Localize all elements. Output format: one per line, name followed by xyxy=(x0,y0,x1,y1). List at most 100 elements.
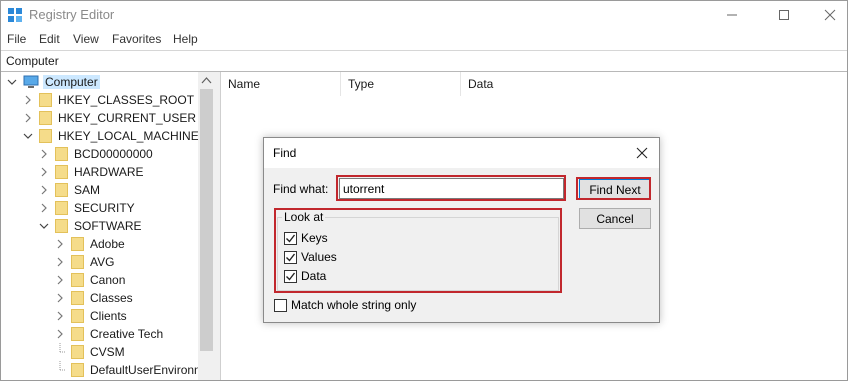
folder-icon xyxy=(39,129,52,143)
tree-connector xyxy=(55,343,65,361)
tree-item-label: BCD00000000 xyxy=(74,147,153,161)
menu-view[interactable]: View xyxy=(73,32,99,46)
tree-item[interactable]: Clients xyxy=(55,307,127,325)
tree-item-label: SECURITY xyxy=(74,201,135,215)
tree-item[interactable]: Classes xyxy=(55,289,133,307)
tree-item-label: Classes xyxy=(90,291,133,305)
tree-item[interactable]: HKEY_CURRENT_USER xyxy=(23,109,196,127)
column-header-name[interactable]: Name xyxy=(221,72,341,96)
tree-item-label: HKEY_LOCAL_MACHINE xyxy=(58,129,199,143)
folder-icon xyxy=(71,345,84,359)
title-bar[interactable]: Registry Editor xyxy=(1,1,847,29)
column-header-type[interactable]: Type xyxy=(341,72,461,96)
tree-item[interactable]: HKEY_LOCAL_MACHINE xyxy=(23,127,199,145)
tree-item[interactable]: Creative Tech xyxy=(55,325,163,343)
dialog-close-button[interactable] xyxy=(634,145,650,161)
tree-item-label: SAM xyxy=(74,183,101,197)
scrollbar-thumb[interactable] xyxy=(200,89,213,351)
folder-icon xyxy=(55,147,68,161)
maximize-button[interactable] xyxy=(761,1,807,29)
chevron-right-icon[interactable] xyxy=(55,289,65,307)
cancel-button[interactable]: Cancel xyxy=(579,208,651,229)
tree-item[interactable]: SECURITY xyxy=(39,199,135,217)
tree-item[interactable]: AVG xyxy=(55,253,114,271)
highlight-box xyxy=(274,208,562,293)
registry-app-icon xyxy=(7,7,23,23)
chevron-right-icon[interactable] xyxy=(39,145,49,163)
tree-item-label: Creative Tech xyxy=(90,327,164,341)
tree-item-label: Adobe xyxy=(90,237,125,251)
chevron-right-icon[interactable] xyxy=(23,91,33,109)
folder-icon xyxy=(71,291,84,305)
tree-item-label: AVG xyxy=(90,255,115,269)
dialog-title: Find xyxy=(273,146,297,160)
folder-icon xyxy=(71,327,84,341)
tree-item-label: Canon xyxy=(90,273,126,287)
menu-bar: File Edit View Favorites Help xyxy=(1,29,847,49)
tree-item-label: DefaultUserEnvironn xyxy=(90,363,201,377)
close-button[interactable] xyxy=(807,1,847,29)
tree-item[interactable]: SAM xyxy=(39,181,100,199)
find-what-label: Find what: xyxy=(273,182,329,196)
close-icon xyxy=(824,9,836,21)
chevron-down-icon[interactable] xyxy=(23,127,33,145)
chevron-right-icon[interactable] xyxy=(39,163,49,181)
dialog-title-bar[interactable]: Find xyxy=(264,138,659,168)
folder-icon xyxy=(55,183,68,197)
tree-item[interactable]: SOFTWARE xyxy=(39,217,142,235)
address-bar[interactable]: Computer xyxy=(1,50,847,72)
tree-root-label: Computer xyxy=(43,75,100,89)
tree-item-label: Clients xyxy=(90,309,127,323)
tree-item[interactable]: CVSM xyxy=(55,343,125,361)
chevron-right-icon[interactable] xyxy=(55,325,65,343)
chevron-down-icon[interactable] xyxy=(39,217,49,235)
folder-icon xyxy=(71,309,84,323)
menu-edit[interactable]: Edit xyxy=(39,32,60,46)
folder-icon xyxy=(39,111,52,125)
highlight-box xyxy=(336,175,566,201)
tree-item-label: HKEY_CLASSES_ROOT xyxy=(58,93,195,107)
maximize-icon xyxy=(779,10,789,20)
tree-item[interactable]: Canon xyxy=(55,271,125,289)
chevron-down-icon[interactable] xyxy=(7,73,17,91)
chevron-right-icon[interactable] xyxy=(23,109,33,127)
tree-item[interactable]: DefaultUserEnvironn xyxy=(55,361,201,379)
computer-icon xyxy=(23,75,39,89)
window-title: Registry Editor xyxy=(29,7,115,22)
highlight-box xyxy=(576,177,651,200)
chevron-right-icon[interactable] xyxy=(55,235,65,253)
tree-item-label: HARDWARE xyxy=(74,165,144,179)
folder-icon xyxy=(71,273,84,287)
folder-icon xyxy=(55,219,68,233)
menu-help[interactable]: Help xyxy=(173,32,198,46)
folder-icon xyxy=(71,255,84,269)
checkbox[interactable] xyxy=(274,298,287,312)
scroll-up-icon[interactable] xyxy=(201,75,212,89)
menu-file[interactable]: File xyxy=(7,32,26,46)
chevron-right-icon[interactable] xyxy=(39,199,49,217)
folder-icon xyxy=(71,237,84,251)
folder-icon xyxy=(39,93,52,107)
match-whole-label: Match whole string only xyxy=(291,298,417,312)
column-header-data[interactable]: Data xyxy=(461,72,847,96)
tree-root[interactable]: Computer xyxy=(7,73,100,91)
chevron-right-icon[interactable] xyxy=(39,181,49,199)
minimize-button[interactable] xyxy=(709,1,755,29)
tree-item[interactable]: BCD00000000 xyxy=(39,145,153,163)
tree-scrollbar[interactable] xyxy=(198,72,215,380)
folder-icon xyxy=(55,165,68,179)
tree-item-label: HKEY_CURRENT_USER xyxy=(58,111,197,125)
match-whole-checkbox[interactable]: Match whole string only xyxy=(274,297,416,313)
menu-favorites[interactable]: Favorites xyxy=(112,32,161,46)
find-dialog: Find Find what: Find Next Cancel Look at… xyxy=(263,137,660,323)
address-text[interactable]: Computer xyxy=(6,54,59,68)
tree-item[interactable]: Adobe xyxy=(55,235,125,253)
folder-icon xyxy=(55,201,68,215)
chevron-right-icon[interactable] xyxy=(55,271,65,289)
tree-connector xyxy=(55,361,65,379)
chevron-right-icon[interactable] xyxy=(55,253,65,271)
close-icon xyxy=(636,147,648,159)
tree-item[interactable]: HARDWARE xyxy=(39,163,144,181)
tree-item[interactable]: HKEY_CLASSES_ROOT xyxy=(23,91,194,109)
chevron-right-icon[interactable] xyxy=(55,307,65,325)
